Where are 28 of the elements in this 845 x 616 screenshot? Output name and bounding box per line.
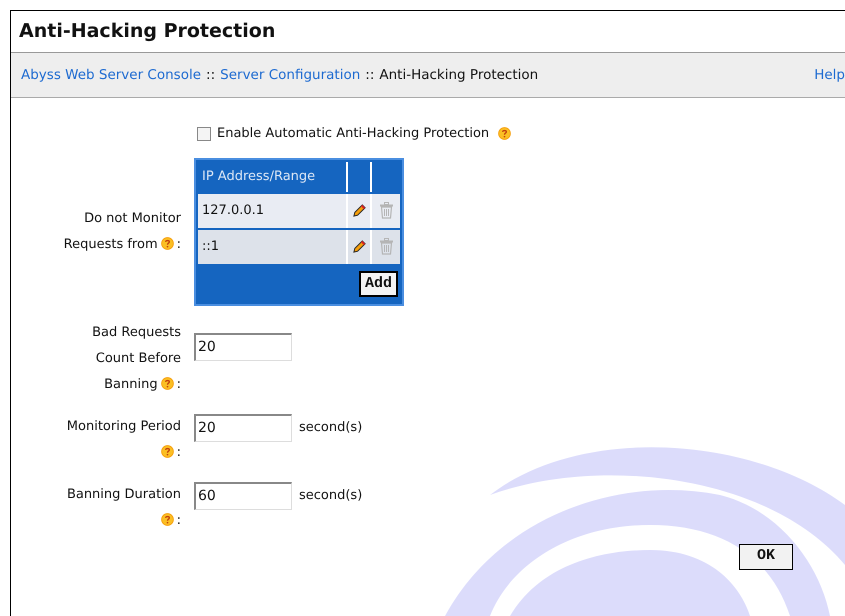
field-label: Bad Requests Count Before Banning : [91,324,181,394]
breadcrumb-link[interactable]: Abyss Web Server Console [21,64,202,86]
help-icon[interactable] [160,512,174,526]
number-field[interactable]: 20 [194,332,292,360]
field-label: Monitoring Period : [66,418,181,462]
enable-checkbox[interactable] [197,126,211,141]
pencil-icon[interactable] [352,239,366,254]
field-label: Banning Duration : [66,486,181,530]
unit-label: second(s) [299,486,362,504]
help-icon[interactable] [160,444,174,458]
breadcrumb-link[interactable]: Server Configuration [220,64,360,86]
help-icon[interactable] [160,236,174,250]
unit-label: second(s) [299,418,362,436]
field-label: Do not Monitor Requests from : [63,210,181,254]
number-field[interactable]: 60 [194,482,292,510]
help-icon[interactable] [160,376,174,390]
table-cell: ::1 [198,230,348,264]
breadcrumb-separator: :: [365,66,374,85]
help-link[interactable]: Help [814,64,845,86]
ok-button[interactable]: OK [739,544,793,570]
breadcrumb-separator: :: [206,66,216,85]
number-field[interactable]: 20 [194,414,292,442]
table-cell: 127.0.0.1 [198,194,348,228]
add-button[interactable]: Add [358,270,398,296]
help-icon[interactable] [498,127,512,140]
checkbox-label: Enable Automatic Anti-Hacking Protection [217,125,490,143]
breadcrumb-current: Anti-Hacking Protection [379,66,538,85]
pencil-icon[interactable] [352,203,366,218]
